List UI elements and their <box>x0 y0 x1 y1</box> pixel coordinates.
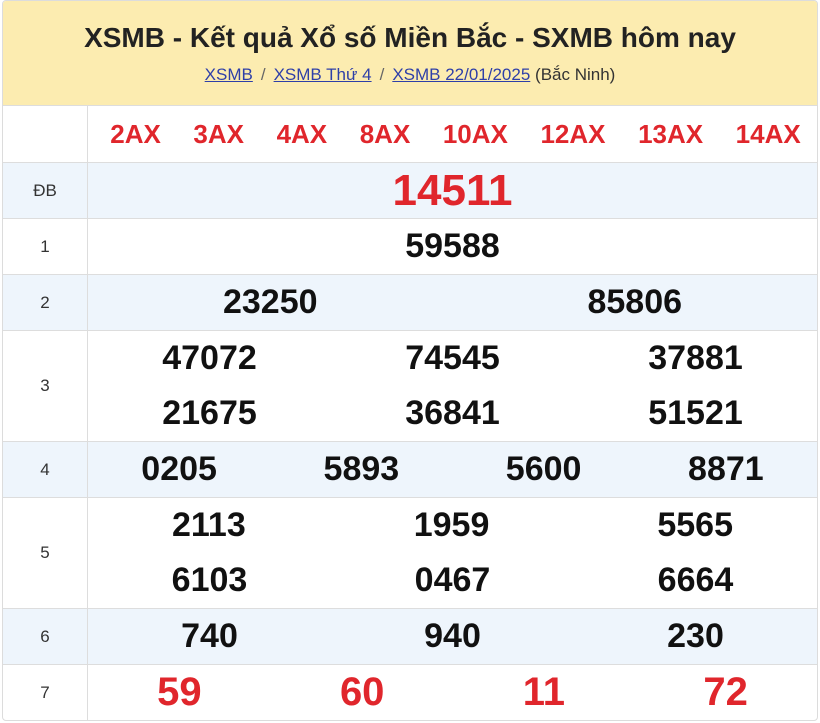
results-card: XSMB - Kết quả Xổ số Miền Bắc - SXMB hôm… <box>2 0 818 721</box>
prize-number: 21675 <box>162 394 257 432</box>
prize-label: 6 <box>3 608 88 665</box>
ticket-code: 3AX <box>193 118 244 149</box>
results-header: XSMB - Kết quả Xổ số Miền Bắc - SXMB hôm… <box>3 1 817 105</box>
ticket-code: 10AX <box>442 118 508 149</box>
page-title: XSMB - Kết quả Xổ số Miền Bắc - SXMB hôm… <box>84 22 736 53</box>
breadcrumb-separator: / <box>379 65 385 84</box>
results-table: 2AX 3AX 4AX 8AX 10AX 12AX 13AX 14AX ĐB 1… <box>3 105 817 720</box>
breadcrumb-link-date[interactable]: XSMB 22/01/2025 <box>392 65 530 84</box>
prize-row-6: 6 740 940 230 <box>3 608 817 665</box>
prize-label: ĐB <box>3 162 88 219</box>
prize-number: 37881 <box>648 339 743 377</box>
prize-number: 74545 <box>405 339 500 377</box>
codes-row-label <box>3 105 88 163</box>
prize-number: 0467 <box>414 561 491 599</box>
ticket-code: 14AX <box>735 118 801 149</box>
prize-number-7: 72 <box>703 670 748 715</box>
prize-number: 59588 <box>405 227 500 265</box>
prize-row-1: 1 59588 <box>3 218 817 275</box>
prize-number: 5600 <box>505 450 582 488</box>
prize-row-3: 3 47072 74545 37881 21675 36841 51521 <box>3 330 817 442</box>
prize-label: 7 <box>3 664 88 720</box>
ticket-code: 12AX <box>540 118 606 149</box>
prize-label: 5 <box>3 497 88 609</box>
prize-number: 5565 <box>657 506 733 544</box>
ticket-code: 8AX <box>359 118 411 149</box>
breadcrumb-link-xsmb[interactable]: XSMB <box>205 65 253 84</box>
prize-number: 85806 <box>587 283 683 321</box>
prize-number: 36841 <box>405 394 500 432</box>
prize-number-7: 11 <box>522 670 566 715</box>
breadcrumb-separator: / <box>260 65 266 84</box>
ticket-code: 4AX <box>276 118 328 149</box>
prize-number: 23250 <box>222 283 318 321</box>
prize-row-db: ĐB 14511 <box>3 162 817 219</box>
prize-number: 8871 <box>688 450 764 488</box>
prize-row-2: 2 23250 85806 <box>3 274 817 331</box>
prize-number-7: 60 <box>339 670 385 715</box>
prize-number: 5893 <box>323 450 400 488</box>
prize-number: 940 <box>424 617 481 655</box>
breadcrumb-link-thu4[interactable]: XSMB Thứ 4 <box>274 65 372 84</box>
prize-row-5: 5 2113 1959 5565 6103 0467 6664 <box>3 497 817 609</box>
province-label: (Bắc Ninh) <box>535 65 616 84</box>
prize-number: 47072 <box>162 339 257 377</box>
prize-label: 2 <box>3 274 88 331</box>
breadcrumb: XSMB / XSMB Thứ 4 / XSMB 22/01/2025 (Bắc Nin… <box>3 65 817 85</box>
prize-number-db: 14511 <box>392 165 513 215</box>
prize-number: 1959 <box>413 506 490 544</box>
prize-label: 3 <box>3 330 88 442</box>
ticket-code: 13AX <box>638 118 704 149</box>
prize-number: 6103 <box>171 561 248 599</box>
prize-number: 51521 <box>648 394 743 432</box>
ticket-code: 2AX <box>110 118 161 149</box>
prize-number: 230 <box>667 617 724 655</box>
prize-label: 4 <box>3 441 88 498</box>
prize-row-4: 4 0205 5893 5600 8871 <box>3 441 817 498</box>
prize-number-7: 59 <box>157 670 202 715</box>
prize-number: 740 <box>181 617 238 655</box>
prize-row-7: 7 59 60 11 72 <box>3 664 817 720</box>
prize-label: 1 <box>3 218 88 275</box>
prize-number: 0205 <box>141 450 217 488</box>
codes-row: 2AX 3AX 4AX 8AX 10AX 12AX 13AX 14AX <box>3 105 817 163</box>
prize-number: 2113 <box>171 506 246 544</box>
prize-number: 6664 <box>657 561 734 599</box>
